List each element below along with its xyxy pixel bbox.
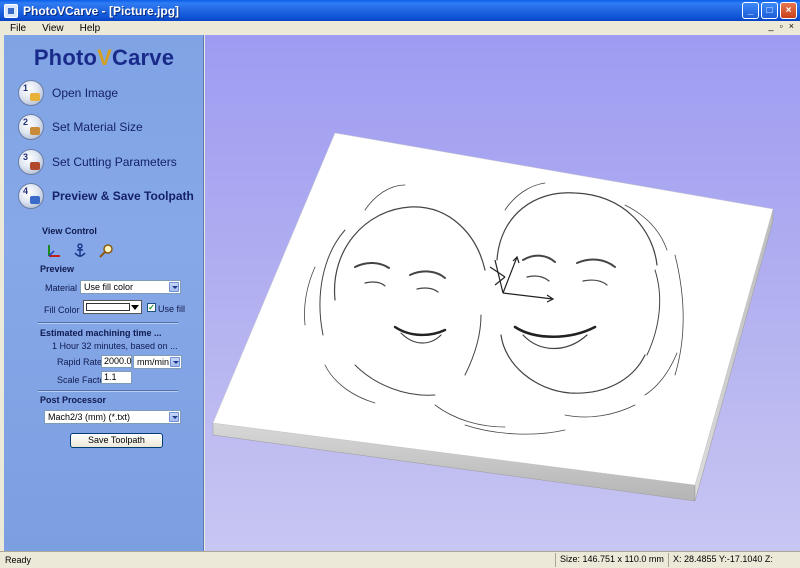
zoom-icon[interactable]	[98, 243, 114, 259]
slab-top-face	[212, 132, 774, 486]
rapid-rate-input[interactable]: 2000.0	[101, 355, 132, 368]
post-processor-heading: Post Processor	[40, 395, 107, 405]
color-swatch	[86, 303, 130, 311]
close-button[interactable]: ×	[780, 2, 797, 19]
step-label: Preview & Save Toolpath	[52, 189, 194, 203]
doc-close-button[interactable]: ×	[789, 21, 794, 31]
tool-icon: 3	[18, 149, 44, 175]
rapid-rate-unit-select[interactable]: mm/min	[133, 355, 182, 369]
status-bar: Ready Size: 146.751 x 110.0 mm X: 28.485…	[0, 551, 800, 568]
wizard-panel: PhotoVCarve 1 Open Image 2 Set Material …	[4, 35, 204, 551]
rapid-rate-label: Rapid Rate	[57, 357, 103, 367]
maximize-button[interactable]: □	[761, 2, 778, 19]
document-window-controls: _ ▫ ×	[769, 21, 794, 31]
machining-time-heading: Estimated machining time ...	[40, 328, 162, 338]
anchor-icon[interactable]	[72, 243, 88, 259]
view-control-heading: View Control	[42, 226, 97, 236]
chevron-down-icon	[131, 305, 139, 310]
fill-color-label: Fill Color	[44, 305, 80, 315]
step-set-material-size[interactable]: 2 Set Material Size	[18, 113, 143, 141]
step-label: Set Material Size	[52, 120, 143, 134]
fill-color-picker[interactable]	[83, 300, 142, 314]
step-label: Open Image	[52, 86, 119, 100]
use-fill-checkbox[interactable]: ✓	[147, 303, 156, 312]
status-text: Ready	[5, 555, 32, 565]
window-controls: _ □ ×	[742, 2, 797, 19]
window-title: PhotoVCarve - [Picture.jpg]	[23, 3, 180, 18]
doc-restore-button[interactable]: ▫	[780, 21, 783, 31]
status-coordinates: X: 28.4855 Y:-17.1040 Z: -2.1986	[668, 553, 800, 568]
divider	[38, 390, 178, 392]
chevron-down-icon	[169, 412, 179, 422]
menu-help[interactable]: Help	[71, 23, 108, 34]
3d-preview-viewport[interactable]	[205, 35, 800, 551]
carved-relief-preview	[212, 132, 774, 502]
status-size: Size: 146.751 x 110.0 mm	[555, 553, 667, 567]
scale-factor-input[interactable]: 1.1	[101, 371, 132, 384]
app-logo: PhotoVCarve	[33, 45, 175, 70]
folder-icon: 1	[18, 80, 44, 106]
minimize-button[interactable]: _	[742, 2, 759, 19]
view-control-icons	[46, 243, 114, 259]
divider	[38, 322, 178, 324]
machining-time-text: 1 Hour 32 minutes, based on ...	[52, 341, 178, 351]
scale-factor-label: Scale Factor	[57, 375, 108, 385]
use-fill-label: Use fill	[158, 304, 186, 314]
step-preview-save-toolpath[interactable]: 4 Preview & Save Toolpath	[18, 182, 194, 210]
post-processor-select[interactable]: Mach2/3 (mm) (*.txt)	[44, 410, 181, 424]
material-icon: 2	[18, 114, 44, 140]
axes-icon[interactable]	[46, 243, 62, 259]
material-label: Material	[45, 283, 78, 293]
material-select[interactable]: Use fill color	[80, 280, 181, 294]
menu-file[interactable]: File	[0, 23, 33, 34]
app-icon	[4, 3, 18, 18]
save-icon: 4	[18, 183, 44, 209]
step-open-image[interactable]: 1 Open Image	[18, 79, 118, 107]
step-label: Set Cutting Parameters	[52, 155, 177, 169]
menu-view[interactable]: View	[33, 23, 71, 34]
doc-minimize-button[interactable]: _	[769, 21, 774, 31]
chevron-down-icon	[170, 357, 180, 367]
preview-heading: Preview	[40, 264, 75, 274]
save-toolpath-button[interactable]: Save Toolpath	[70, 433, 163, 448]
chevron-down-icon	[169, 282, 179, 292]
title-bar: PhotoVCarve - [Picture.jpg] _ □ ×	[0, 0, 800, 21]
menu-bar: File View Help _ ▫ ×	[0, 21, 800, 35]
step-set-cutting-parameters[interactable]: 3 Set Cutting Parameters	[18, 148, 177, 176]
